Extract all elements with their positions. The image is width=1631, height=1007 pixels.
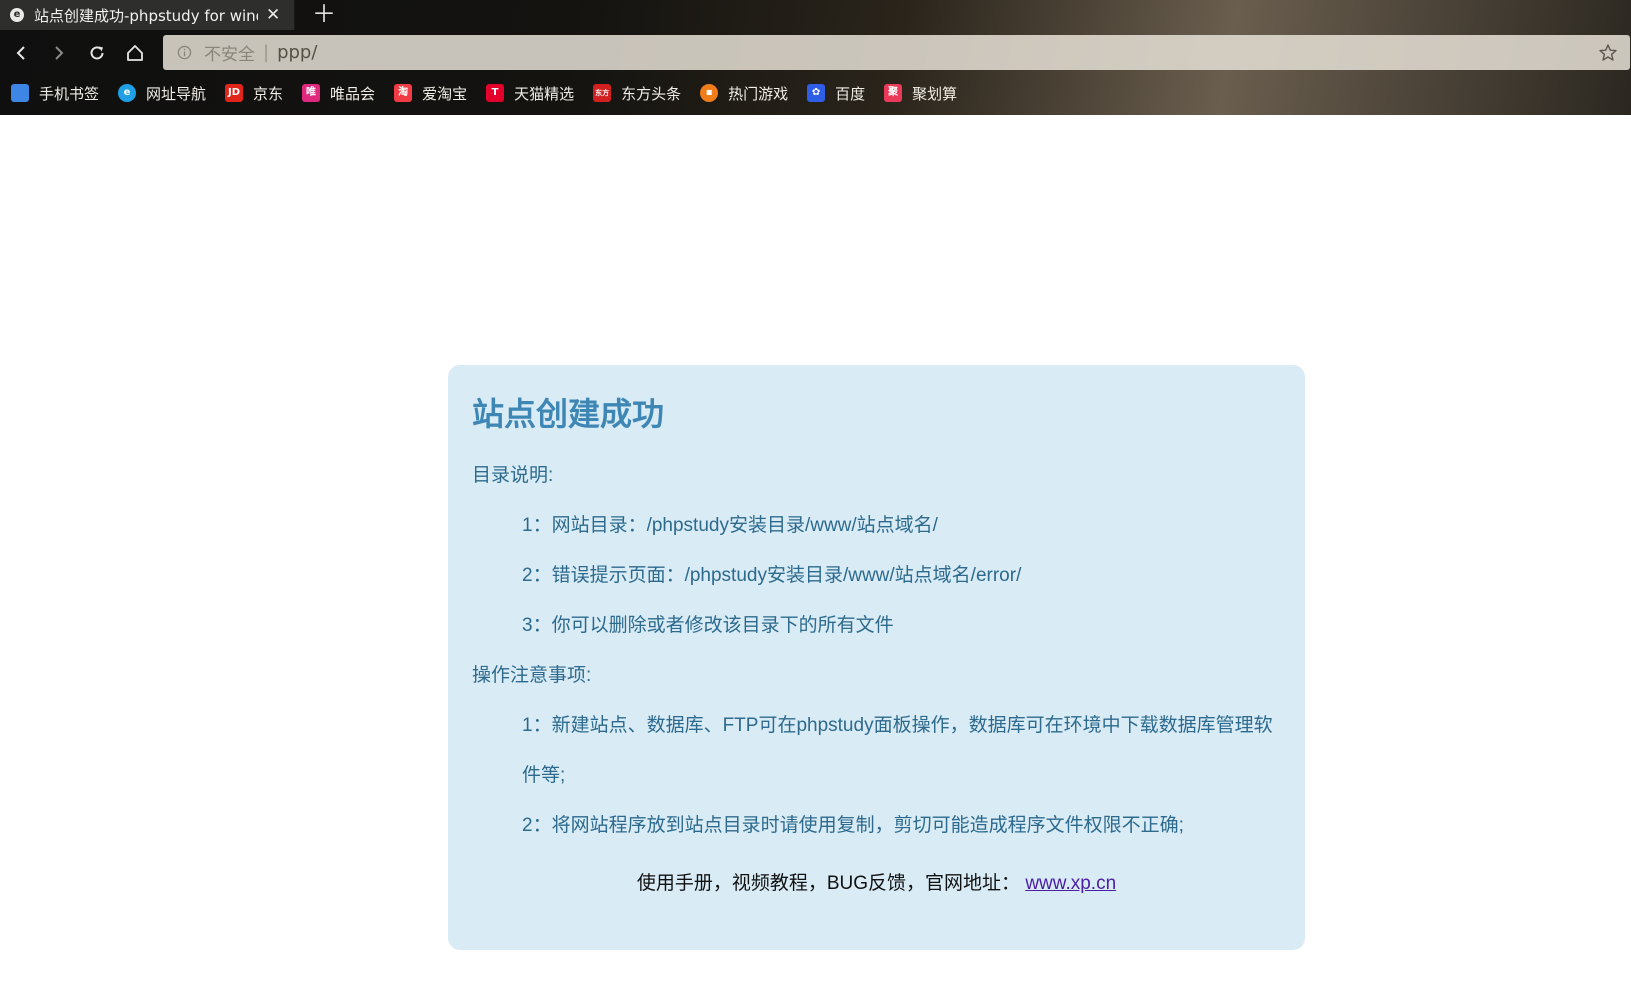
directory-item: 2：错误提示页面：/phpstudy安装目录/www/站点域名/error/	[522, 565, 1022, 586]
bookmark-label: 京东	[253, 84, 284, 103]
browser-chrome: e 站点创建成功-phpstudy for windows ✕ ＋ 不安全 | …	[0, 0, 1631, 115]
browser-tab[interactable]: e 站点创建成功-phpstudy for windows ✕	[0, 0, 295, 30]
bookmark-item[interactable]: e 网址导航	[118, 78, 206, 108]
bookmark-label: 手机书签	[39, 84, 100, 103]
home-icon	[127, 45, 143, 61]
forward-arrow-icon	[55, 46, 64, 60]
bookmark-favicon-icon: 唯	[302, 84, 321, 102]
footer-text: 使用手册，视频教程，BUG反馈，官网地址：	[636, 873, 1021, 894]
bookmark-favicon-icon: ✿	[807, 84, 826, 102]
directory-heading: 目录说明:	[472, 465, 554, 486]
bookmark-label: 爱淘宝	[422, 84, 468, 103]
back-button[interactable]	[6, 35, 36, 71]
tab-title: 站点创建成功-phpstudy for windows	[34, 6, 258, 25]
security-status-label: 不安全	[204, 45, 255, 65]
bookmark-label: 唯品会	[330, 84, 376, 103]
site-created-panel: 站点创建成功 目录说明: 1：网站目录：/phpstudy安装目录/www/站点…	[448, 365, 1305, 950]
bookmark-favicon-icon	[11, 84, 29, 102]
forward-button[interactable]	[44, 35, 74, 71]
bookmark-item[interactable]: ▪ 热门游戏	[700, 78, 788, 108]
bookmark-favicon-icon: ▪	[700, 84, 719, 102]
bookmark-item[interactable]: 唯唯品会	[302, 78, 375, 108]
bookmark-label: 百度	[835, 84, 866, 103]
address-separator: |	[263, 42, 270, 63]
tab-bar: e 站点创建成功-phpstudy for windows ✕ ＋	[0, 0, 1631, 30]
bookmark-star-icon[interactable]	[1598, 43, 1618, 63]
tab-favicon-icon: e	[10, 8, 24, 22]
bookmark-favicon-icon: T	[486, 84, 505, 102]
bookmark-favicon-icon: e	[118, 84, 137, 102]
address-bar[interactable]: 不安全 | ppp/	[163, 35, 1630, 70]
directory-item: 1：网站目录：/phpstudy安装目录/www/站点域名/	[522, 515, 938, 536]
bookmark-item[interactable]: JD 京东	[225, 78, 283, 108]
official-site-link[interactable]: www.xp.cn	[1025, 873, 1116, 894]
reload-button[interactable]	[82, 35, 112, 71]
bookmark-favicon-icon: 东方	[593, 84, 612, 102]
bookmarks-bar: 手机书签 e 网址导航 JD 京东唯唯品会淘爱淘宝 T 天猫精选 东方 东方头条 ▪ 热门游戏 ✿ 百度…	[0, 78, 1631, 108]
operations-item: 2：将网站程序放到站点目录时请使用复制，剪切可能造成程序文件权限不正确;	[522, 815, 1184, 836]
bookmark-label: 东方头条	[621, 84, 682, 103]
operations-heading: 操作注意事项:	[472, 665, 592, 686]
navigation-bar: 不安全 | ppp/	[0, 35, 1631, 71]
new-tab-plus-icon[interactable]: ＋	[312, 0, 336, 29]
directory-item: 3：你可以删除或者修改该目录下的所有文件	[522, 615, 894, 636]
page-title: 站点创建成功	[472, 396, 665, 432]
bookmark-label: 天猫精选	[514, 84, 575, 103]
bookmark-favicon-icon: JD	[225, 84, 244, 102]
operations-item: 1：新建站点、数据库、FTP可在phpstudy面板操作，数据库可在环境中下载数…	[522, 715, 1273, 786]
bookmark-favicon-icon: 聚	[884, 84, 903, 102]
bookmark-label: 网址导航	[146, 84, 207, 103]
bookmark-favicon-icon: 淘	[394, 84, 413, 102]
bookmark-item[interactable]: 东方 东方头条	[593, 78, 681, 108]
bookmark-item[interactable]: 聚聚划算	[884, 78, 957, 108]
reload-icon	[90, 46, 104, 60]
bookmark-item[interactable]: 手机书签	[11, 78, 99, 108]
back-arrow-icon	[16, 46, 25, 60]
bookmark-item[interactable]: ✿ 百度	[807, 78, 865, 108]
info-icon[interactable]	[177, 45, 192, 60]
bookmark-label: 热门游戏	[728, 84, 789, 103]
home-button[interactable]	[120, 35, 150, 71]
footer-links: 使用手册，视频教程，BUG反馈，官网地址： www.xp.cn	[472, 859, 1281, 909]
url-text[interactable]: ppp/	[277, 42, 317, 63]
bookmark-item[interactable]: 淘爱淘宝	[394, 78, 467, 108]
bookmark-item[interactable]: T 天猫精选	[486, 78, 574, 108]
close-tab-icon[interactable]: ✕	[266, 0, 280, 30]
bookmark-label: 聚划算	[912, 84, 958, 103]
